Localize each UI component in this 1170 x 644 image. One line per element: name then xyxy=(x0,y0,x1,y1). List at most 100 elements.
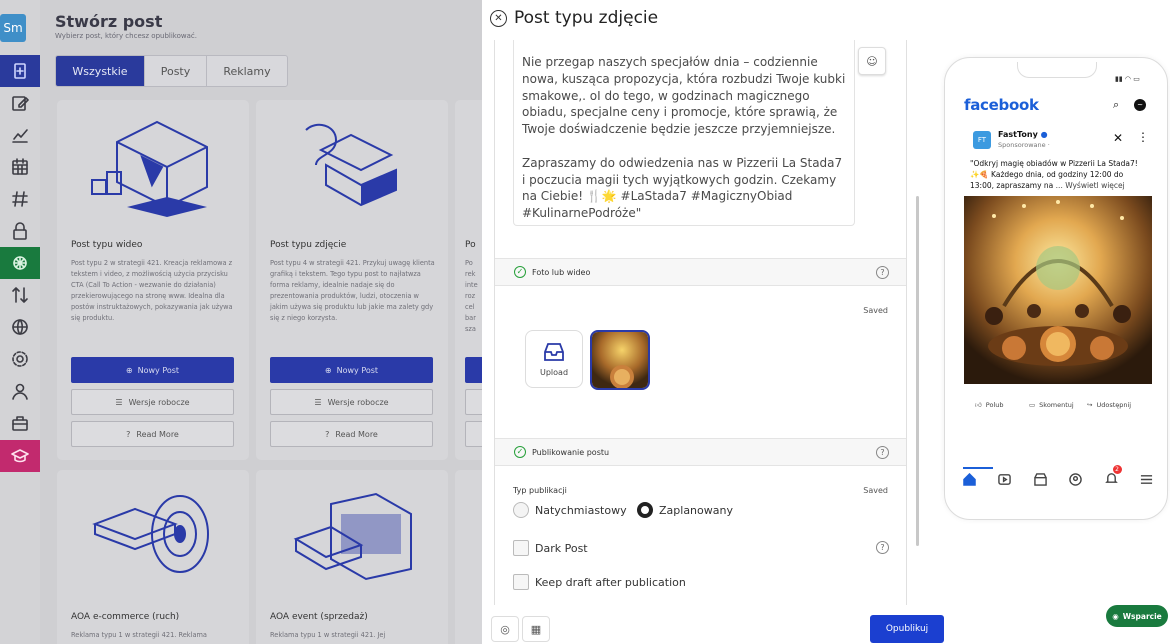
close-icon: ✕ xyxy=(1113,131,1124,145)
new-post-button[interactable] xyxy=(465,357,482,383)
check-circle-icon: ✓ xyxy=(514,446,526,458)
notifications-icon: 2 xyxy=(1104,464,1122,489)
globe-icon[interactable] xyxy=(0,311,40,343)
card-title: AOA event (sprzedaż) xyxy=(270,612,368,622)
settings-icon[interactable] xyxy=(0,343,40,375)
like-button: 👍︎ Polub xyxy=(975,401,1004,409)
emoji-picker-button[interactable]: ☺ xyxy=(858,47,886,75)
phone-preview: ▮▮ ◠ ▭ facebook ⌕ ~ FT FastTony ● Sponso… xyxy=(944,57,1168,520)
briefcase-icon[interactable] xyxy=(0,407,40,439)
card-photo-post[interactable]: Post typu zdjęcie Post typu 4 w strategi… xyxy=(256,100,448,460)
calendar-icon[interactable] xyxy=(0,151,40,183)
ad-image xyxy=(964,196,1152,384)
publish-button[interactable]: Opublikuj xyxy=(870,615,944,643)
check-circle-icon: ✓ xyxy=(514,266,526,278)
sponsored-label: Sponsorowane · xyxy=(998,141,1050,149)
radio-scheduled[interactable]: Zaplanowany xyxy=(637,502,733,518)
marketplace-icon xyxy=(1034,472,1047,486)
analytics-icon[interactable] xyxy=(0,119,40,151)
calendar-icon[interactable]: ▦ xyxy=(522,616,550,642)
media-saved-status: Saved xyxy=(863,306,888,315)
comment-icon: ▭ xyxy=(1029,401,1036,409)
publish-section-header[interactable]: ✓ Publikowanie postu ? xyxy=(495,438,906,466)
page-title: Stwórz post xyxy=(55,12,163,31)
form-scrollbar[interactable] xyxy=(916,196,919,546)
card-aoa-event[interactable]: AOA event (sprzedaż) Reklama typu 1 w st… xyxy=(256,470,448,644)
card-description: Post typu 4 w strategii 421. Przykuj uwa… xyxy=(270,259,435,322)
upload-button[interactable]: Upload xyxy=(525,330,583,388)
radio-immediate[interactable]: Natychmiastowy xyxy=(513,502,627,518)
user-icon[interactable] xyxy=(0,375,40,407)
read-more-button[interactable]: ? Read More xyxy=(270,421,433,447)
dark-post-checkbox[interactable]: Dark Post xyxy=(513,540,588,556)
help-icon[interactable]: ? xyxy=(876,541,889,554)
transfer-icon[interactable] xyxy=(0,279,40,311)
photo-illustration xyxy=(305,123,397,207)
publication-type-label: Typ publikacji xyxy=(513,486,567,495)
facebook-logo: facebook xyxy=(964,96,1039,114)
page-avatar: FT xyxy=(973,131,991,149)
smiley-icon: ☺ xyxy=(866,54,878,68)
video-illustration xyxy=(91,120,208,217)
status-bar-icons: ▮▮ ◠ ▭ xyxy=(1115,75,1140,83)
support-button[interactable]: ◉ Wsparcie xyxy=(1106,605,1168,627)
tab-posts[interactable]: Posty xyxy=(145,56,207,86)
lock-icon[interactable] xyxy=(0,215,40,247)
sidebar: Sm xyxy=(0,0,40,644)
card-partial-2[interactable] xyxy=(455,470,482,644)
card-description: Po rek inte roz cel bar sza xyxy=(465,259,478,333)
card-description: Post typu 2 w strategii 421. Kreacja rek… xyxy=(71,259,233,322)
card-aoa-ecommerce[interactable]: AOA e-commerce (ruch) Reklama typu 1 w s… xyxy=(57,470,249,644)
drafts-button[interactable]: ☰ Wersje robocze xyxy=(71,389,234,415)
edit-icon[interactable] xyxy=(0,87,40,119)
phone-bottom-nav: 2 xyxy=(963,464,1153,492)
new-post-icon[interactable] xyxy=(0,55,40,87)
keep-draft-checkbox[interactable]: Keep draft after publication xyxy=(513,574,686,590)
help-icon[interactable]: ? xyxy=(876,265,889,279)
post-drawer: ✕ Post typu zdjęcie Nie przegap naszych … xyxy=(482,0,1170,644)
drawer-title: Post typu zdjęcie xyxy=(514,8,659,28)
media-section-header[interactable]: ✓ Foto lub wideo ? xyxy=(495,258,906,286)
see-more-link: ... Wyświetl więcej xyxy=(1055,181,1125,190)
new-post-button[interactable]: ⊕ Nowy Post xyxy=(270,357,433,383)
search-icon: ⌕ xyxy=(1113,98,1120,111)
page-subtitle: Wybierz post, który chcesz opublikować. xyxy=(55,32,197,40)
comment-button: ▭ Skomentuj xyxy=(1029,401,1074,409)
page-name: FastTony ● xyxy=(998,130,1048,139)
plus-circle-icon: ⊕ xyxy=(324,365,332,375)
new-post-button[interactable]: ⊕ Nowy Post xyxy=(71,357,234,383)
education-icon[interactable] xyxy=(0,440,40,472)
more-options-icon: ⋮ xyxy=(1137,130,1149,144)
share-button: ↪ Udostępnij xyxy=(1087,401,1132,409)
target-illustration xyxy=(92,495,209,573)
thumbs-up-icon: 👍︎ xyxy=(975,401,982,409)
plus-circle-icon: ⊕ xyxy=(125,365,133,375)
list-icon: ☰ xyxy=(115,397,123,407)
drafts-button[interactable]: ☰ Wersje robocze xyxy=(270,389,433,415)
messenger-icon: ~ xyxy=(1134,99,1146,111)
close-icon[interactable]: ✕ xyxy=(490,10,507,27)
help-icon[interactable]: ? xyxy=(876,445,889,459)
inbox-icon xyxy=(544,342,564,361)
uploaded-image-thumbnail[interactable] xyxy=(590,330,650,390)
tab-ads[interactable]: Reklamy xyxy=(207,56,287,86)
ai-icon[interactable] xyxy=(0,247,40,279)
preview-toggle-icon[interactable]: ◎ xyxy=(491,616,519,642)
tab-all[interactable]: Wszystkie xyxy=(56,56,145,86)
card-video-post[interactable]: Post typu wideo Post typu 2 w strategii … xyxy=(57,100,249,460)
read-more-button[interactable]: ? Read More xyxy=(71,421,234,447)
share-icon: ↪ xyxy=(1087,401,1093,409)
card-title: Po xyxy=(465,240,476,250)
post-text-editor[interactable]: Nie przegap naszych specjałów dnia – cod… xyxy=(513,40,855,226)
hashtag-icon[interactable] xyxy=(0,183,40,215)
card-description: Reklama typu 1 w strategii 421. Reklama xyxy=(71,631,207,639)
card-partial[interactable]: Po Po rek inte roz cel bar sza xyxy=(455,100,482,460)
card-description: Reklama typu 1 w strategii 421. Jej xyxy=(270,631,386,639)
card-title: Post typu zdjęcie xyxy=(270,240,347,250)
menu-icon xyxy=(1140,474,1153,484)
drafts-button[interactable] xyxy=(465,389,482,415)
home-icon xyxy=(963,472,976,486)
app-logo[interactable]: Sm xyxy=(0,14,26,42)
help-icon: ? xyxy=(126,429,131,439)
read-more-button[interactable] xyxy=(465,421,482,447)
